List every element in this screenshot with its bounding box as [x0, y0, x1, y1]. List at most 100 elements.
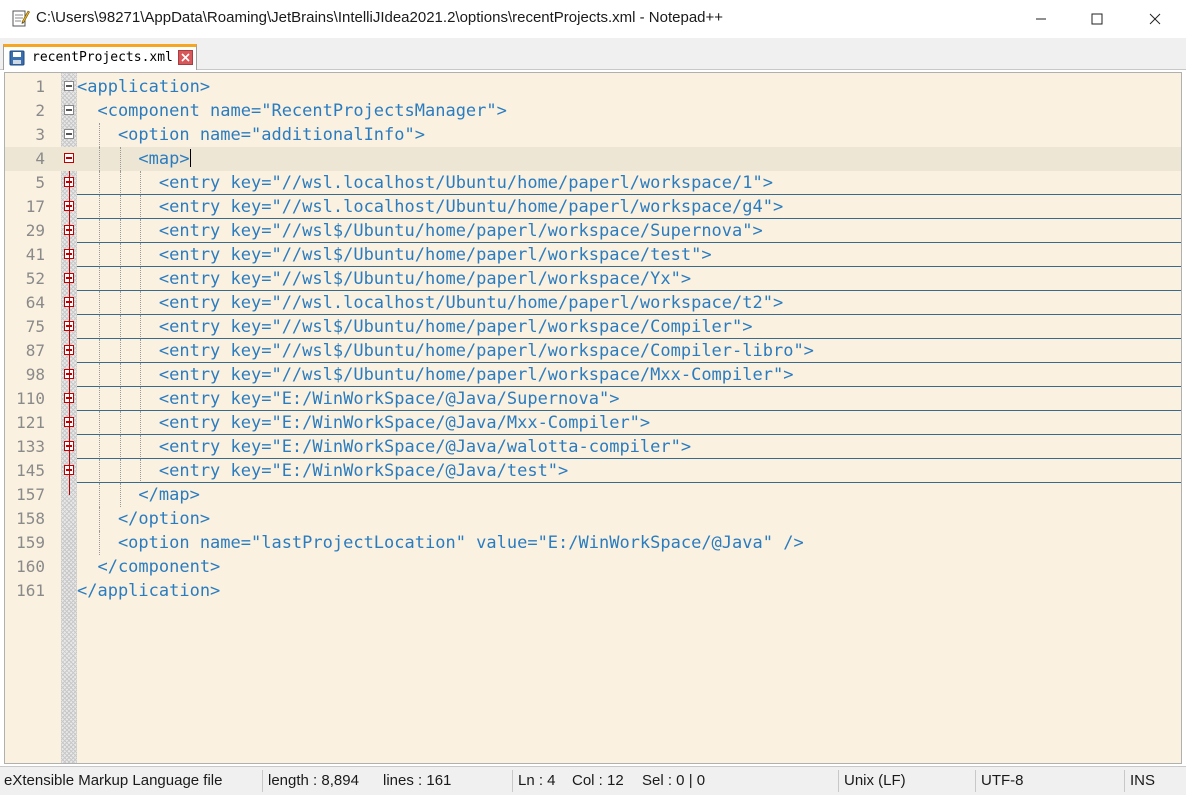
fold-range-line: [69, 291, 70, 315]
code-line: 5 <entry key="//wsl.localhost/Ubuntu/hom…: [5, 171, 1181, 195]
close-icon: [181, 53, 190, 62]
line-number: 52: [25, 269, 45, 288]
code-line: 159 <option name="lastProjectLocation" v…: [5, 531, 1181, 555]
code-line: 2 <component name="RecentProjectsManager…: [5, 99, 1181, 123]
code-line: 75 <entry key="//wsl$/Ubuntu/home/paperl…: [5, 315, 1181, 339]
code-text: <entry key="//wsl$/Ubuntu/home/paperl/wo…: [77, 221, 763, 241]
status-column: Col : 12: [572, 772, 624, 789]
code-text: <entry key="//wsl.localhost/Ubuntu/home/…: [77, 173, 773, 193]
fold-range-line: [69, 363, 70, 387]
code-text: <option name="lastProjectLocation" value…: [77, 533, 804, 553]
code-text: </component>: [77, 557, 221, 577]
status-language: eXtensible Markup Language file: [4, 772, 223, 789]
code-line: 41 <entry key="//wsl$/Ubuntu/home/paperl…: [5, 243, 1181, 267]
line-number: 75: [25, 317, 45, 336]
status-line-number: Ln : 4: [518, 772, 556, 789]
fold-toggle-icon[interactable]: [64, 129, 74, 139]
code-line: 133 <entry key="E:/WinWorkSpace/@Java/wa…: [5, 435, 1181, 459]
status-encoding[interactable]: UTF-8: [981, 767, 1024, 795]
fold-range-line: [69, 339, 70, 363]
code-text: <entry key="//wsl$/Ubuntu/home/paperl/wo…: [77, 341, 814, 361]
code-text: <map>: [77, 149, 191, 169]
status-length: length : 8,894: [268, 772, 359, 789]
code-text: <entry key="//wsl.localhost/Ubuntu/home/…: [77, 197, 784, 217]
line-number: 161: [16, 581, 45, 600]
fold-range-line: [69, 171, 70, 195]
fold-range-line: [69, 195, 70, 219]
line-number: 29: [25, 221, 45, 240]
close-window-button[interactable]: [1126, 0, 1184, 38]
code-text: <component name="RecentProjectsManager">: [77, 101, 507, 121]
code-line: 160 </component>: [5, 555, 1181, 579]
line-number: 87: [25, 341, 45, 360]
code-line: 4 <map>: [5, 147, 1181, 171]
code-line: 3 <option name="additionalInfo">: [5, 123, 1181, 147]
tab-bar: recentProjects.xml: [0, 38, 1186, 70]
line-number: 1: [35, 77, 45, 96]
tab-close-button[interactable]: [178, 50, 193, 65]
code-line: 161 </application>: [5, 579, 1181, 603]
minimize-button[interactable]: [1012, 0, 1070, 38]
code-line: 121 <entry key="E:/WinWorkSpace/@Java/Mx…: [5, 411, 1181, 435]
line-number: 4: [35, 149, 45, 168]
line-number: 157: [16, 485, 45, 504]
notepad-app-icon: [12, 10, 30, 27]
line-number: 110: [16, 389, 45, 408]
code-text: <entry key="E:/WinWorkSpace/@Java/Supern…: [77, 389, 620, 409]
status-eol[interactable]: Unix (LF): [844, 767, 906, 795]
code-text: <option name="additionalInfo">: [77, 125, 425, 145]
code-line: 157 </map>: [5, 483, 1181, 507]
status-bar: eXtensible Markup Language file length :…: [0, 766, 1186, 795]
fold-range-line: [69, 315, 70, 339]
maximize-button[interactable]: [1068, 0, 1126, 38]
fold-toggle-icon[interactable]: [64, 105, 74, 115]
code-line: 145 <entry key="E:/WinWorkSpace/@Java/te…: [5, 459, 1181, 483]
code-line: 52 <entry key="//wsl$/Ubuntu/home/paperl…: [5, 267, 1181, 291]
status-insert-mode: INS: [1130, 772, 1156, 789]
fold-range-line: [69, 459, 70, 483]
line-number: 160: [16, 557, 45, 576]
fold-range-line: [69, 387, 70, 411]
line-number: 3: [35, 125, 45, 144]
code-text: </application>: [77, 581, 221, 601]
floppy-disk-icon: [9, 50, 25, 66]
code-line: 98 <entry key="//wsl$/Ubuntu/home/paperl…: [5, 363, 1181, 387]
line-number: 5: [35, 173, 45, 192]
code-line: 29 <entry key="//wsl$/Ubuntu/home/paperl…: [5, 219, 1181, 243]
fold-toggle-icon[interactable]: [64, 153, 74, 163]
code-text: <entry key="//wsl$/Ubuntu/home/paperl/wo…: [77, 245, 712, 265]
title-bar: C:\Users\98271\AppData\Roaming\JetBrains…: [0, 0, 1186, 38]
text-caret: [189, 149, 191, 167]
tab-recent-projects[interactable]: recentProjects.xml: [3, 44, 197, 70]
code-editor[interactable]: 1 <application> 2 <component name="RecentP…: [4, 72, 1182, 764]
fold-range-line: [69, 411, 70, 435]
code-line: 1 <application>: [5, 75, 1181, 99]
code-text: <entry key="E:/WinWorkSpace/@Java/test">: [77, 461, 569, 481]
close-icon: [1149, 13, 1161, 25]
line-number: 121: [16, 413, 45, 432]
minimize-icon: [1036, 18, 1046, 20]
code-line: 158 </option>: [5, 507, 1181, 531]
code-text: </option>: [77, 509, 211, 529]
code-line: 110 <entry key="E:/WinWorkSpace/@Java/Su…: [5, 387, 1181, 411]
line-number: 98: [25, 365, 45, 384]
code-text: <entry key="//wsl$/Ubuntu/home/paperl/wo…: [77, 317, 753, 337]
code-text: <application>: [77, 77, 211, 97]
code-text: <entry key="//wsl$/Ubuntu/home/paperl/wo…: [77, 269, 692, 289]
line-number: 133: [16, 437, 45, 456]
fold-toggle-icon[interactable]: [64, 81, 74, 91]
status-selection: Sel : 0 | 0: [642, 772, 706, 789]
code-text: <entry key="//wsl.localhost/Ubuntu/home/…: [77, 293, 784, 313]
fold-range-line: [69, 243, 70, 267]
fold-range-line: [69, 267, 70, 291]
line-number: 145: [16, 461, 45, 480]
line-number: 158: [16, 509, 45, 528]
line-number: 64: [25, 293, 45, 312]
line-number: 159: [16, 533, 45, 552]
fold-range-line: [69, 483, 70, 495]
code-text: </map>: [77, 485, 200, 505]
status-lines: lines : 161: [383, 772, 452, 789]
fold-range-line: [69, 435, 70, 459]
line-number: 41: [25, 245, 45, 264]
tab-label: recentProjects.xml: [32, 50, 173, 65]
